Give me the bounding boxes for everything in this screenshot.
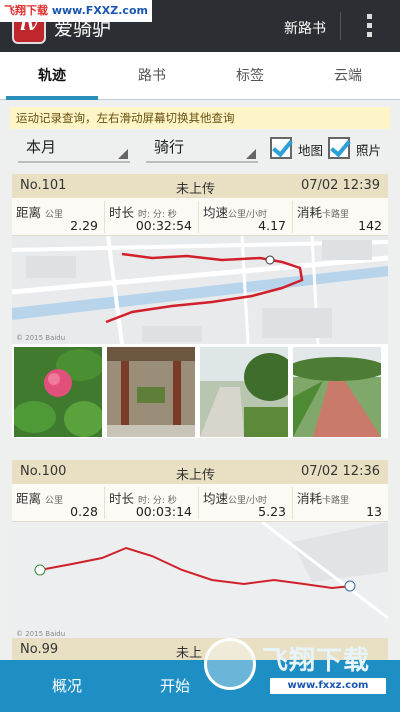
record-time: 07/02 12:39 bbox=[300, 178, 380, 193]
dropdown-arrow-icon bbox=[118, 149, 128, 159]
duration-value: 00:03:14 bbox=[135, 504, 192, 519]
stat-duration: 时长 时: 分: 秒 00:03:14 bbox=[104, 487, 198, 519]
stat-distance: 距离 公里 2.29 bbox=[12, 201, 104, 233]
watermark-big-text: 飞翔下载 bbox=[262, 646, 371, 676]
map-credit: © 2015 Baidu bbox=[16, 334, 66, 342]
distance-unit: 公里 bbox=[45, 210, 64, 220]
photo-flower[interactable] bbox=[14, 347, 102, 437]
activity-value: 骑行 bbox=[154, 138, 185, 156]
stat-duration: 时长 时: 分: 秒 00:32:54 bbox=[104, 201, 198, 233]
duration-label: 时长 bbox=[109, 205, 135, 220]
calories-unit: 卡路里 bbox=[322, 210, 350, 220]
period-dropdown[interactable]: 本月 bbox=[18, 133, 130, 163]
record-card[interactable]: No.101 未上传 07/02 12:39 距离 公里 2.29 时长 时: … bbox=[12, 174, 388, 438]
calories-value: 13 bbox=[366, 504, 382, 519]
distance-label: 距离 bbox=[16, 205, 42, 220]
record-number: No.101 bbox=[20, 178, 67, 193]
tab-cloud[interactable]: 云端 bbox=[296, 52, 400, 100]
speed-value: 5.23 bbox=[258, 504, 286, 519]
stat-distance: 距离 公里 0.28 bbox=[12, 487, 104, 519]
distance-value: 2.29 bbox=[70, 218, 98, 233]
bar-divider bbox=[340, 12, 341, 40]
activity-dropdown[interactable]: 骑行 bbox=[146, 133, 258, 163]
more-vertical-icon[interactable] bbox=[362, 14, 376, 40]
track-map-graphic bbox=[12, 522, 388, 640]
calories-label: 消耗 bbox=[297, 205, 323, 220]
duration-value: 00:32:54 bbox=[135, 218, 192, 233]
speed-label: 均速 bbox=[203, 491, 229, 506]
record-stats: 距离 公里 2.29 时长 时: 分: 秒 00:32:54 均速公里/小时 4… bbox=[12, 198, 388, 236]
photo-track[interactable] bbox=[293, 347, 381, 437]
track-map-graphic bbox=[12, 236, 388, 344]
watermark-prefix: 飞翔下载 bbox=[4, 4, 48, 17]
tab-bar: 轨迹 路书 标签 云端 bbox=[0, 52, 400, 100]
record-card[interactable]: No.100 未上传 07/02 12:36 距离 公里 0.28 时长 时: … bbox=[12, 460, 388, 640]
photo-checkbox-label: 照片 bbox=[356, 143, 382, 158]
photo-checkbox[interactable] bbox=[328, 137, 350, 159]
distance-value: 0.28 bbox=[70, 504, 98, 519]
stat-calories: 消耗卡路里 142 bbox=[292, 201, 388, 233]
tab-tags[interactable]: 标签 bbox=[198, 52, 302, 100]
record-header: No.100 未上传 07/02 12:36 bbox=[12, 460, 388, 484]
track-map[interactable]: © 2015 Baidu bbox=[12, 236, 388, 344]
map-credit: © 2015 Baidu bbox=[16, 630, 66, 638]
photo-path[interactable] bbox=[200, 347, 288, 437]
map-checkbox-label: 地图 bbox=[298, 143, 324, 158]
calories-value: 142 bbox=[358, 218, 382, 233]
stat-speed: 均速公里/小时 5.23 bbox=[198, 487, 292, 519]
tab-track[interactable]: 轨迹 bbox=[0, 52, 104, 100]
calories-label: 消耗 bbox=[297, 491, 323, 506]
record-stats: 距离 公里 0.28 时长 时: 分: 秒 00:03:14 均速公里/小时 5… bbox=[12, 484, 388, 522]
distance-unit: 公里 bbox=[45, 496, 64, 506]
new-route-button[interactable]: 新路书 bbox=[284, 18, 326, 38]
dropdown-arrow-icon bbox=[246, 149, 256, 159]
record-number: No.100 bbox=[20, 464, 67, 479]
speed-label: 均速 bbox=[203, 205, 229, 220]
record-number: No.99 bbox=[20, 642, 59, 657]
record-header: No.101 未上传 07/02 12:39 bbox=[12, 174, 388, 198]
photo-pavilion[interactable] bbox=[107, 347, 195, 437]
watermark-url: www.FXXZ.com bbox=[51, 4, 148, 17]
stat-speed: 均速公里/小时 4.17 bbox=[198, 201, 292, 233]
stat-calories: 消耗卡路里 13 bbox=[292, 487, 388, 519]
upload-status: 未上传 bbox=[176, 468, 216, 483]
speed-value: 4.17 bbox=[258, 218, 286, 233]
distance-label: 距离 bbox=[16, 491, 42, 506]
hint-banner: 运动记录查询，左右滑动屏幕切换其他查询 bbox=[10, 107, 390, 129]
duration-label: 时长 bbox=[109, 491, 135, 506]
map-checkbox[interactable] bbox=[270, 137, 292, 159]
photo-strip bbox=[12, 344, 388, 438]
period-value: 本月 bbox=[26, 138, 57, 156]
watermark-badge-url: www.fxxz.com bbox=[270, 678, 386, 694]
watermark-logo-icon bbox=[204, 638, 256, 690]
upload-status: 未上 bbox=[176, 646, 203, 661]
record-time: 07/02 12:36 bbox=[300, 464, 380, 479]
upload-status: 未上传 bbox=[176, 182, 216, 197]
track-map[interactable]: © 2015 Baidu bbox=[12, 522, 388, 640]
watermark-badge: 飞翔下载 www.fxxz.com bbox=[200, 634, 400, 704]
watermark-strip: 飞翔下载 www.FXXZ.com bbox=[0, 0, 152, 22]
tab-route-book[interactable]: 路书 bbox=[100, 52, 204, 100]
nav-overview[interactable]: 概况 bbox=[0, 660, 134, 712]
tab-active-indicator bbox=[6, 96, 98, 100]
calories-unit: 卡路里 bbox=[322, 496, 350, 506]
